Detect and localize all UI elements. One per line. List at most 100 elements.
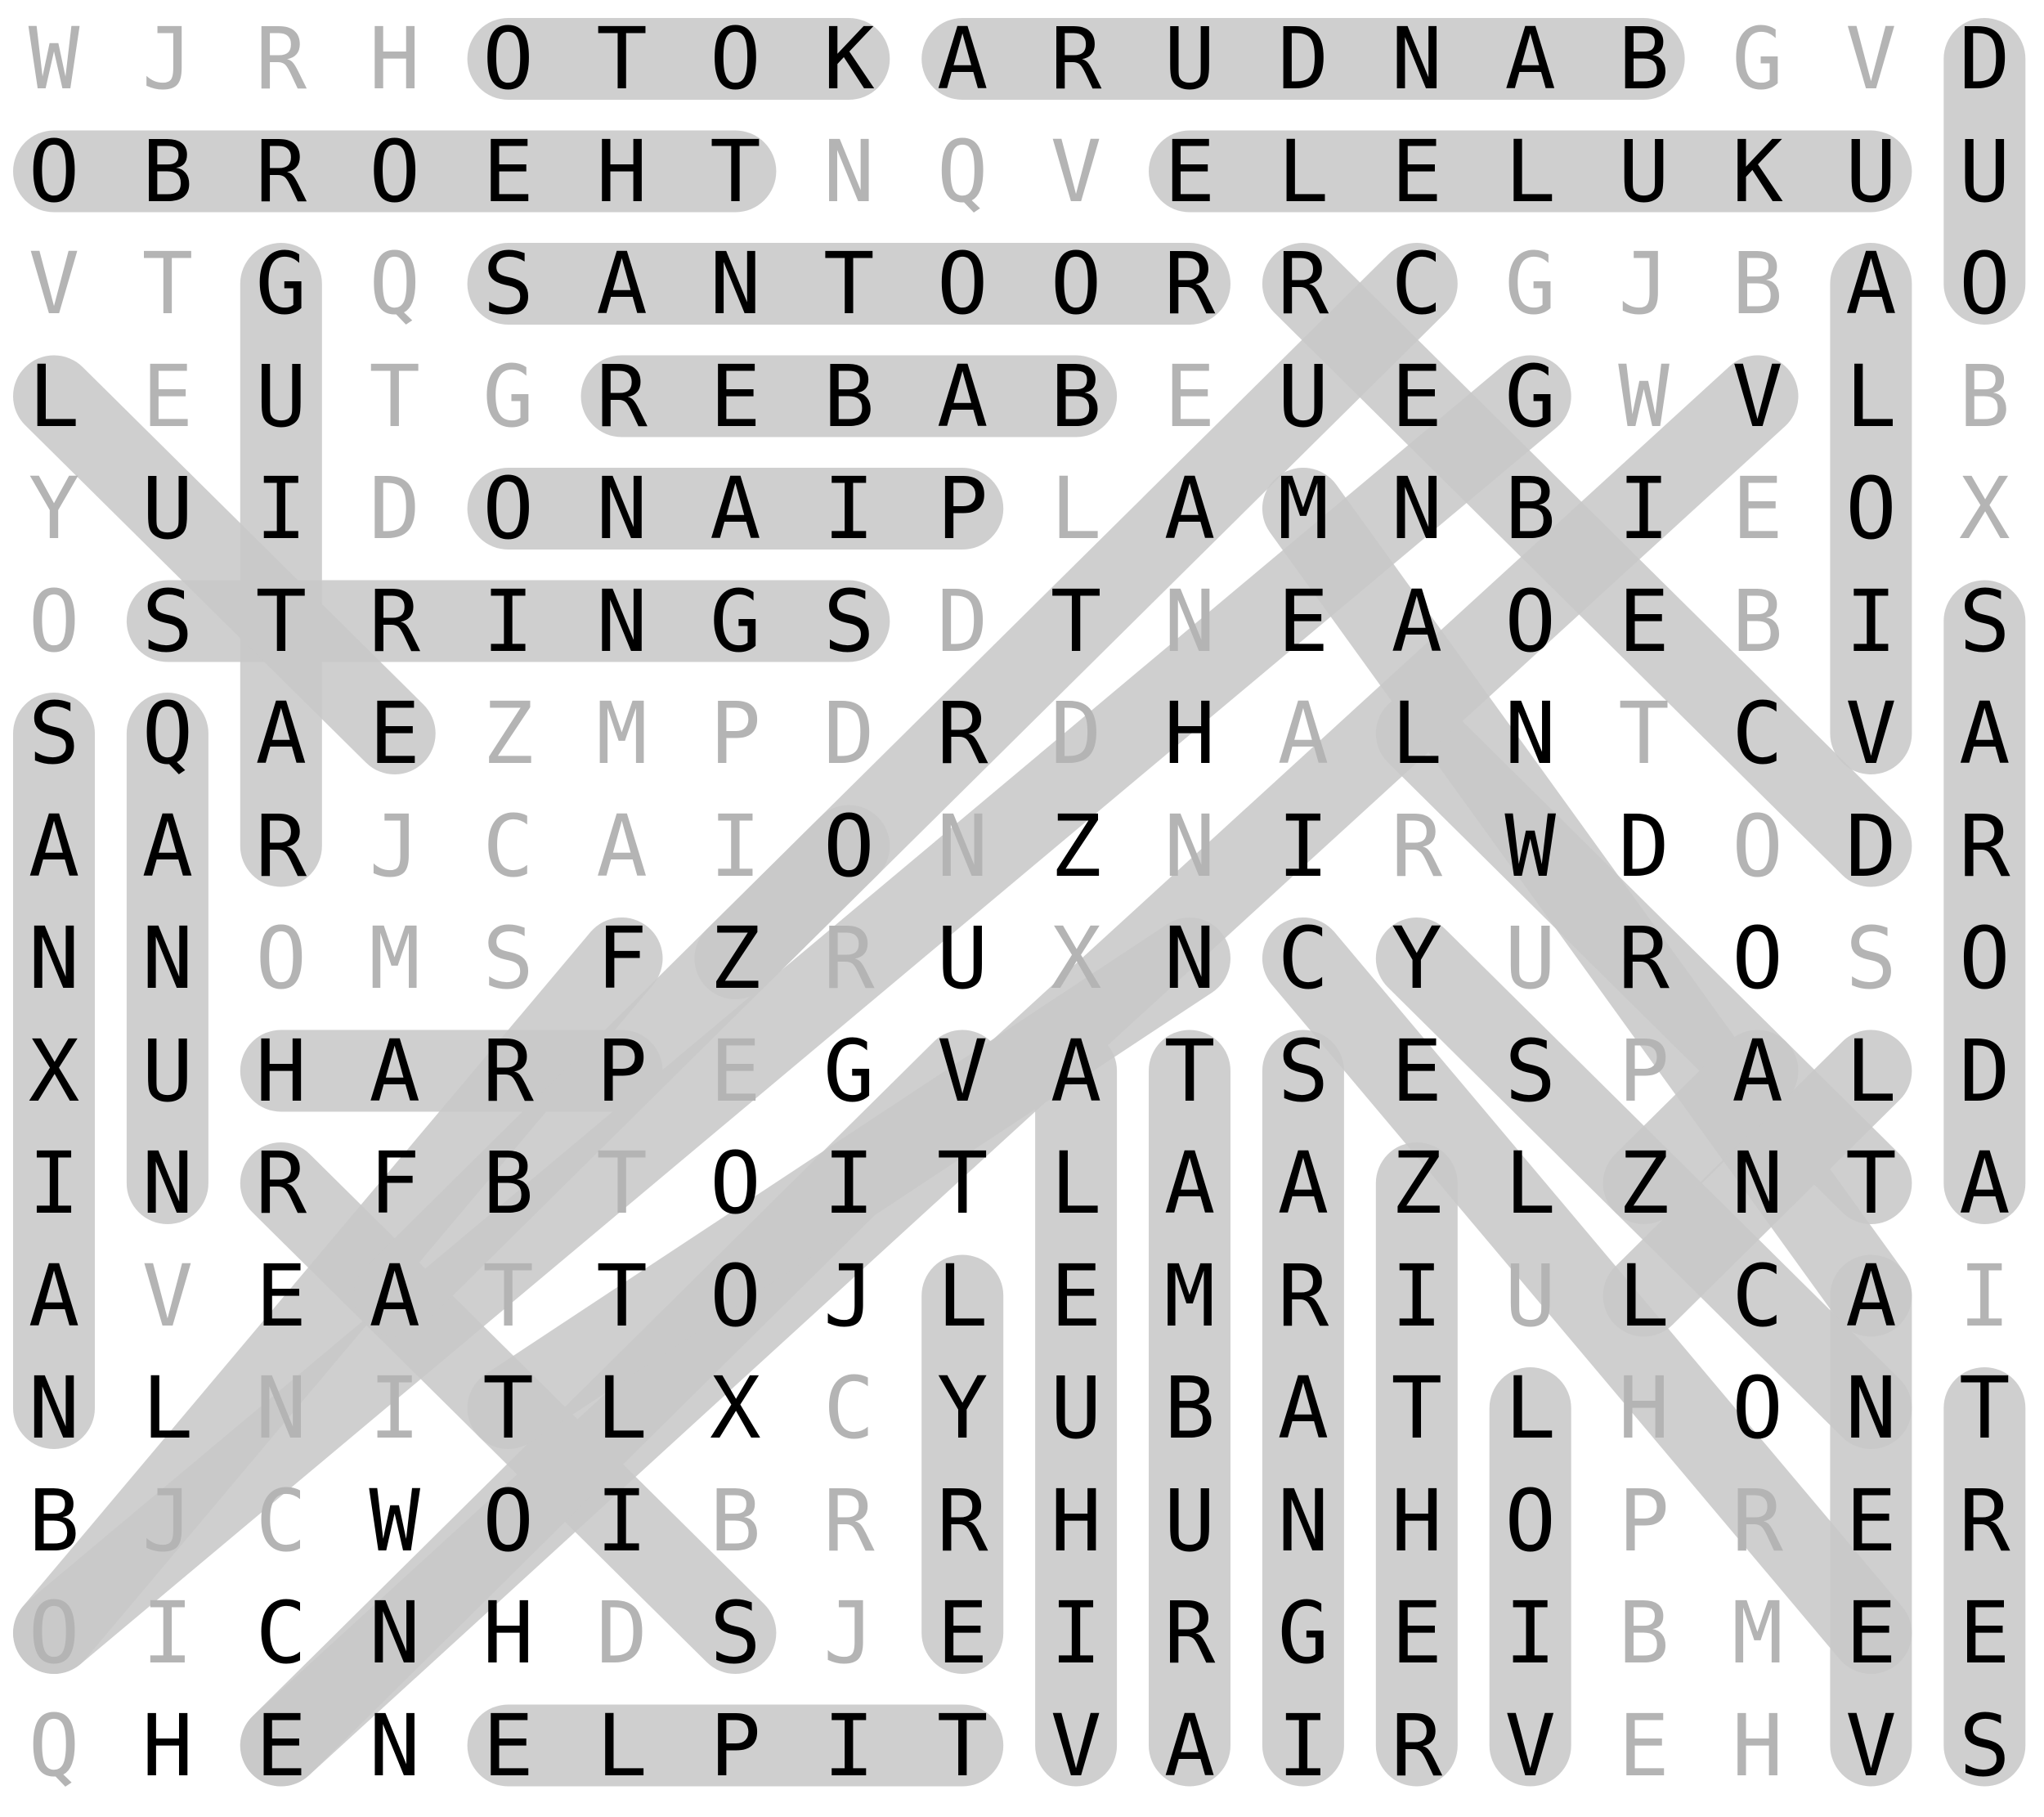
- letter-cell-r6-c15[interactable]: C: [1701, 677, 1814, 790]
- letter-cell-r13-c6[interactable]: B: [679, 1465, 791, 1577]
- letter-cell-r11-c9[interactable]: E: [1020, 1240, 1132, 1353]
- letter-cell-r10-c3[interactable]: F: [338, 1127, 451, 1240]
- letter-cell-r3-c8[interactable]: A: [906, 340, 1019, 453]
- letter-cell-r6-c4[interactable]: Z: [452, 677, 565, 790]
- letter-cell-r0-c17[interactable]: D: [1928, 2, 2041, 115]
- letter-cell-r10-c7[interactable]: I: [792, 1127, 905, 1240]
- letter-cell-r5-c12[interactable]: A: [1360, 565, 1473, 678]
- letter-cell-r8-c11[interactable]: C: [1247, 902, 1360, 1015]
- letter-cell-r15-c4[interactable]: E: [452, 1689, 565, 1802]
- letter-cell-r7-c13[interactable]: W: [1474, 790, 1587, 903]
- letter-cell-r12-c6[interactable]: X: [679, 1352, 791, 1465]
- letter-cell-r8-c7[interactable]: R: [792, 902, 905, 1015]
- letter-cell-r5-c3[interactable]: R: [338, 565, 451, 678]
- letter-cell-r6-c11[interactable]: A: [1247, 677, 1360, 790]
- letter-cell-r11-c3[interactable]: A: [338, 1240, 451, 1353]
- letter-cell-r12-c13[interactable]: L: [1474, 1352, 1587, 1465]
- letter-cell-r2-c7[interactable]: T: [792, 227, 905, 340]
- letter-cell-r9-c11[interactable]: S: [1247, 1015, 1360, 1128]
- letter-cell-r15-c1[interactable]: H: [111, 1689, 224, 1802]
- letter-cell-r13-c3[interactable]: W: [338, 1465, 451, 1577]
- letter-cell-r4-c6[interactable]: A: [679, 452, 791, 565]
- letter-cell-r9-c12[interactable]: E: [1360, 1015, 1473, 1128]
- letter-cell-r1-c4[interactable]: E: [452, 115, 565, 228]
- letter-cell-r4-c3[interactable]: D: [338, 452, 451, 565]
- letter-cell-r2-c12[interactable]: C: [1360, 227, 1473, 340]
- letter-cell-r14-c11[interactable]: G: [1247, 1577, 1360, 1689]
- letter-cell-r12-c14[interactable]: H: [1588, 1352, 1701, 1465]
- letter-cell-r1-c7[interactable]: N: [792, 115, 905, 228]
- letter-cell-r11-c0[interactable]: A: [0, 1240, 110, 1353]
- letter-cell-r8-c6[interactable]: Z: [679, 902, 791, 1015]
- letter-cell-r3-c4[interactable]: G: [452, 340, 565, 453]
- letter-cell-r1-c16[interactable]: U: [1814, 115, 1927, 228]
- letter-cell-r13-c15[interactable]: R: [1701, 1465, 1814, 1577]
- letter-cell-r7-c15[interactable]: O: [1701, 790, 1814, 903]
- letter-cell-r5-c1[interactable]: S: [111, 565, 224, 678]
- letter-cell-r14-c12[interactable]: E: [1360, 1577, 1473, 1689]
- letter-cell-r15-c9[interactable]: V: [1020, 1689, 1132, 1802]
- letter-cell-r7-c0[interactable]: A: [0, 790, 110, 903]
- letter-cell-r6-c8[interactable]: R: [906, 677, 1019, 790]
- letter-cell-r7-c11[interactable]: I: [1247, 790, 1360, 903]
- letter-cell-r14-c6[interactable]: S: [679, 1577, 791, 1689]
- letter-cell-r6-c1[interactable]: Q: [111, 677, 224, 790]
- letter-cell-r5-c16[interactable]: I: [1814, 565, 1927, 678]
- letter-cell-r0-c7[interactable]: K: [792, 2, 905, 115]
- letter-cell-r15-c6[interactable]: P: [679, 1689, 791, 1802]
- letter-cell-r3-c5[interactable]: R: [566, 340, 679, 453]
- letter-cell-r14-c14[interactable]: B: [1588, 1577, 1701, 1689]
- letter-cell-r14-c5[interactable]: D: [566, 1577, 679, 1689]
- letter-cell-r10-c9[interactable]: L: [1020, 1127, 1132, 1240]
- letter-cell-r5-c2[interactable]: T: [225, 565, 338, 678]
- letter-cell-r6-c3[interactable]: E: [338, 677, 451, 790]
- letter-cell-r15-c14[interactable]: E: [1588, 1689, 1701, 1802]
- letter-cell-r1-c5[interactable]: H: [566, 115, 679, 228]
- letter-cell-r9-c14[interactable]: P: [1588, 1015, 1701, 1128]
- letter-cell-r7-c14[interactable]: D: [1588, 790, 1701, 903]
- letter-cell-r6-c10[interactable]: H: [1133, 677, 1246, 790]
- letter-cell-r11-c10[interactable]: M: [1133, 1240, 1246, 1353]
- letter-cell-r4-c8[interactable]: P: [906, 452, 1019, 565]
- letter-cell-r15-c7[interactable]: I: [792, 1689, 905, 1802]
- letter-cell-r4-c14[interactable]: I: [1588, 452, 1701, 565]
- letter-cell-r7-c5[interactable]: A: [566, 790, 679, 903]
- letter-cell-r2-c13[interactable]: G: [1474, 227, 1587, 340]
- letter-cell-r9-c9[interactable]: A: [1020, 1015, 1132, 1128]
- letter-cell-r10-c16[interactable]: T: [1814, 1127, 1927, 1240]
- letter-cell-r1-c6[interactable]: T: [679, 115, 791, 228]
- letter-cell-r15-c11[interactable]: I: [1247, 1689, 1360, 1802]
- letter-cell-r1-c14[interactable]: U: [1588, 115, 1701, 228]
- letter-cell-r9-c13[interactable]: S: [1474, 1015, 1587, 1128]
- letter-cell-r12-c11[interactable]: A: [1247, 1352, 1360, 1465]
- letter-cell-r4-c1[interactable]: U: [111, 452, 224, 565]
- letter-cell-r11-c2[interactable]: E: [225, 1240, 338, 1353]
- letter-cell-r8-c13[interactable]: U: [1474, 902, 1587, 1015]
- letter-cell-r15-c2[interactable]: E: [225, 1689, 338, 1802]
- letter-cell-r14-c17[interactable]: E: [1928, 1577, 2041, 1689]
- letter-cell-r8-c14[interactable]: R: [1588, 902, 1701, 1015]
- letter-cell-r7-c10[interactable]: N: [1133, 790, 1246, 903]
- letter-cell-r11-c6[interactable]: O: [679, 1240, 791, 1353]
- letter-cell-r14-c3[interactable]: N: [338, 1577, 451, 1689]
- letter-cell-r3-c15[interactable]: V: [1701, 340, 1814, 453]
- letter-cell-r12-c8[interactable]: Y: [906, 1352, 1019, 1465]
- letter-cell-r13-c11[interactable]: N: [1247, 1465, 1360, 1577]
- letter-cell-r2-c17[interactable]: O: [1928, 227, 2041, 340]
- letter-cell-r2-c8[interactable]: O: [906, 227, 1019, 340]
- letter-cell-r4-c13[interactable]: B: [1474, 452, 1587, 565]
- letter-cell-r5-c9[interactable]: T: [1020, 565, 1132, 678]
- letter-cell-r4-c10[interactable]: A: [1133, 452, 1246, 565]
- letter-cell-r14-c4[interactable]: H: [452, 1577, 565, 1689]
- letter-cell-r2-c2[interactable]: G: [225, 227, 338, 340]
- letter-cell-r3-c0[interactable]: L: [0, 340, 110, 453]
- letter-cell-r7-c17[interactable]: R: [1928, 790, 2041, 903]
- letter-cell-r9-c5[interactable]: P: [566, 1015, 679, 1128]
- letter-cell-r3-c2[interactable]: U: [225, 340, 338, 453]
- letter-cell-r2-c9[interactable]: O: [1020, 227, 1132, 340]
- letter-cell-r3-c11[interactable]: U: [1247, 340, 1360, 453]
- letter-cell-r1-c9[interactable]: V: [1020, 115, 1132, 228]
- letter-cell-r11-c1[interactable]: V: [111, 1240, 224, 1353]
- letter-cell-r8-c0[interactable]: N: [0, 902, 110, 1015]
- letter-cell-r7-c7[interactable]: O: [792, 790, 905, 903]
